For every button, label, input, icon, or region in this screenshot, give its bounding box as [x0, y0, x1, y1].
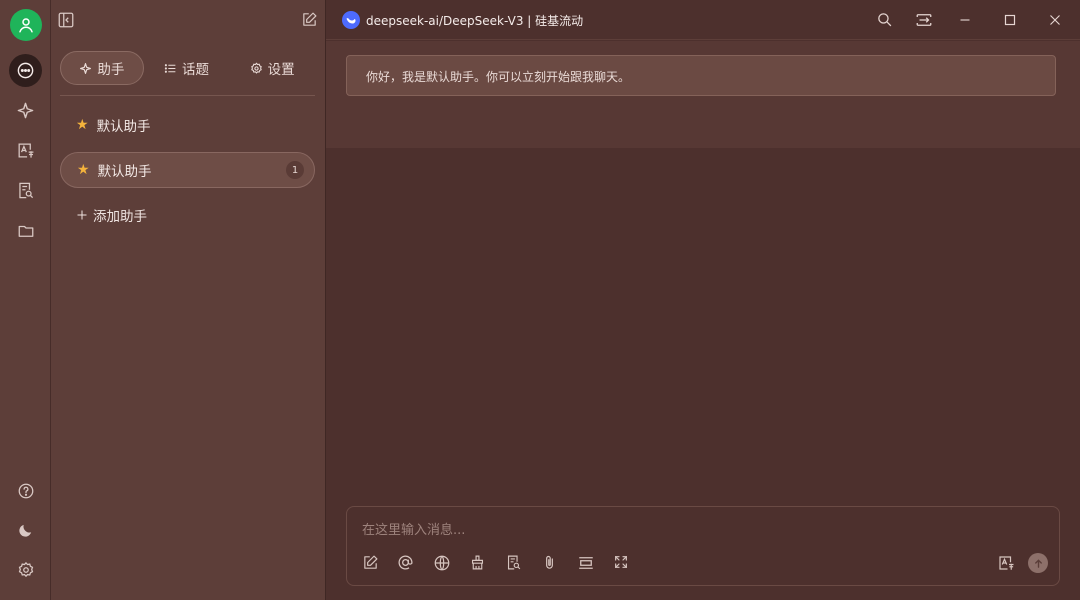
welcome-message: 你好，我是默认助手。你可以立刻开始跟我聊天。 [346, 55, 1056, 96]
attachment-icon [546, 555, 553, 569]
list-icon [164, 63, 176, 73]
assistant-name: 默认助手 [97, 164, 152, 180]
edit-icon [303, 12, 317, 26]
assistant-name: 默认助手 [96, 119, 151, 135]
layout-toggle-button[interactable] [915, 11, 933, 29]
maximize-icon [1004, 14, 1016, 26]
tab-label: 设置 [267, 62, 295, 78]
tab-label: 助手 [97, 62, 125, 78]
broom-icon [471, 555, 484, 570]
layout-icon [916, 14, 932, 26]
knowledge-base-button[interactable] [505, 554, 523, 572]
assistant-item[interactable]: ★ 默认助手 [60, 107, 315, 143]
sidebar-tabs: 助手 话题 设置 [60, 51, 315, 85]
add-assistant-button[interactable]: 添加助手 [76, 205, 147, 225]
clear-context-button[interactable] [469, 554, 487, 572]
rail-chat-button[interactable] [9, 54, 42, 87]
arrow-up-icon [1034, 558, 1042, 568]
sparkle-icon [17, 102, 34, 119]
close-button[interactable] [1046, 11, 1064, 29]
sparkle-icon [80, 62, 92, 74]
expand-icon [615, 556, 627, 568]
moon-icon [19, 524, 32, 537]
help-icon [18, 483, 33, 498]
mention-model-button[interactable] [397, 554, 415, 572]
knowledge-base-icon [507, 555, 521, 570]
web-search-icon [434, 555, 450, 571]
collapse-icon [579, 557, 593, 569]
title-bar: deepseek-ai/DeepSeek-V3 | 硅基流动 [326, 0, 1080, 40]
message-input[interactable]: 在这里输入消息... [362, 519, 465, 538]
close-icon [1050, 15, 1060, 25]
translate-icon [18, 143, 34, 158]
web-search-button[interactable] [433, 554, 451, 572]
minimize-button[interactable] [956, 11, 974, 29]
new-chat-button[interactable] [301, 11, 319, 29]
rail-files-button[interactable] [9, 214, 42, 247]
toggle-sidebar-button[interactable] [57, 11, 75, 29]
assistant-item-selected[interactable]: ★ 默认助手 1 [60, 152, 315, 188]
attachment-button[interactable] [541, 554, 559, 572]
translate-icon [999, 556, 1014, 570]
user-icon [19, 18, 33, 33]
assistant-sidebar: 助手 话题 设置 ★ 默认助手 ★ 默认助手 1 添加助手 [51, 0, 326, 600]
tab-label: 话题 [182, 62, 209, 78]
gear-icon [250, 62, 262, 74]
plus-icon [77, 210, 87, 220]
icon-rail [0, 0, 51, 600]
user-avatar[interactable] [10, 9, 42, 41]
tab-topics[interactable]: 话题 [144, 51, 230, 85]
rail-agents-button[interactable] [9, 94, 42, 127]
fullscreen-button[interactable] [613, 554, 631, 572]
search-icon [878, 13, 892, 27]
message-input-box[interactable]: 在这里输入消息... [346, 506, 1060, 586]
rail-theme-button[interactable] [9, 514, 42, 547]
model-logo[interactable] [342, 11, 360, 29]
tab-assistants[interactable]: 助手 [60, 51, 144, 85]
star-icon: ★ [76, 117, 89, 133]
topic-count-badge: 1 [286, 161, 304, 179]
collapse-button[interactable] [577, 554, 595, 572]
sidebar-collapse-icon [58, 12, 74, 28]
search-button[interactable] [876, 11, 894, 29]
translate-input-button[interactable] [997, 554, 1015, 572]
mention-icon [398, 555, 413, 570]
whale-icon [346, 18, 356, 24]
maximize-button[interactable] [1001, 11, 1019, 29]
chat-icon [17, 62, 34, 79]
rail-help-button[interactable] [9, 474, 42, 507]
rail-knowledge-button[interactable] [9, 174, 42, 207]
star-icon: ★ [77, 162, 90, 178]
folder-icon [18, 225, 33, 237]
tab-settings[interactable]: 设置 [229, 51, 315, 85]
rail-settings-button[interactable] [9, 553, 42, 586]
new-topic-icon [364, 555, 378, 569]
gear-icon [18, 561, 33, 577]
model-title[interactable]: deepseek-ai/DeepSeek-V3 | 硅基流动 [366, 12, 583, 29]
document-search-icon [19, 182, 34, 199]
rail-translate-button[interactable] [9, 134, 42, 167]
add-assistant-label: 添加助手 [93, 209, 147, 225]
send-button[interactable] [1028, 553, 1048, 573]
divider [60, 95, 315, 96]
minimize-icon [960, 19, 970, 21]
new-topic-button[interactable] [362, 554, 380, 572]
message-area: 你好，我是默认助手。你可以立刻开始跟我聊天。 [326, 41, 1080, 148]
